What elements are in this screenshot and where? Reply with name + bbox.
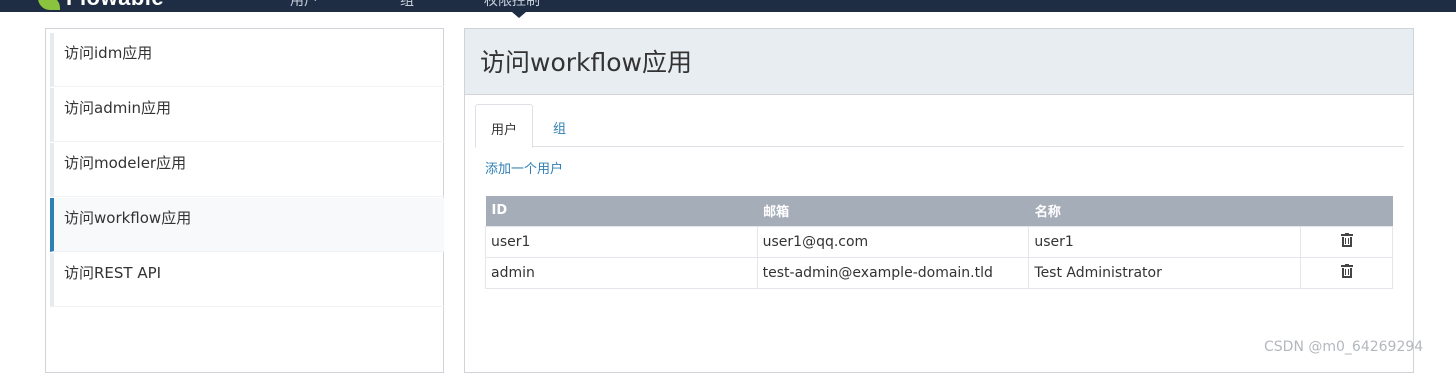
tab-label: 组 [553,122,567,137]
column-header-email: 邮箱 [757,196,1029,226]
tab-users[interactable]: 用户 [475,104,534,148]
cell-email: user1@qq.com [756,225,1030,258]
privilege-sidebar: 访问idm应用 访问admin应用 访问modeler应用 访问workflow… [45,28,444,373]
sidebar-item-label: 访问workflow应用 [64,209,192,227]
cell-actions [1300,256,1393,289]
sidebar-item-idm[interactable]: 访问idm应用 [50,33,444,87]
privilege-panel: 访问workflow应用 用户 组 添加一个用户 ID 邮箱 名称 user1 … [464,28,1414,373]
sidebar-item-admin[interactable]: 访问admin应用 [50,88,444,142]
cell-actions [1300,225,1393,258]
sidebar-item-label: 访问modeler应用 [64,154,187,172]
app-logo[interactable]: Flowable [38,0,164,10]
nav-item-privileges[interactable]: 权限控制 [484,0,540,10]
table-row: user1 user1@qq.com user1 [485,225,1393,258]
cell-id: user1 [485,225,758,258]
tab-label: 用户 [491,123,518,138]
flowable-leaf-icon [38,0,60,10]
page-title: 访问workflow应用 [480,48,692,77]
sidebar-item-modeler[interactable]: 访问modeler应用 [50,143,444,197]
delete-icon[interactable] [1340,263,1353,278]
column-header-id: ID [485,196,758,226]
nav-item-groups[interactable]: 组 [400,0,414,10]
cell-email: test-admin@example-domain.tld [756,256,1030,289]
panel-header: 访问workflow应用 [465,29,1413,95]
logo-text: Flowable [66,0,164,11]
cell-name: user1 [1028,225,1302,258]
column-header-name: 名称 [1028,196,1301,226]
sidebar-item-label: 访问REST API [64,264,162,282]
top-navbar: Flowable 用户 组 权限控制 [0,0,1456,18]
nav-item-users[interactable]: 用户 [290,0,318,10]
table-header-row: ID 邮箱 名称 [485,196,1393,226]
nav-active-caret-icon [512,12,526,18]
delete-icon[interactable] [1340,232,1353,247]
cell-id: admin [485,256,758,289]
tab-bar: 用户 组 [475,104,1404,148]
sidebar-item-label: 访问idm应用 [64,44,153,62]
column-header-actions [1300,196,1393,226]
sidebar-item-rest-api[interactable]: 访问REST API [50,253,444,307]
add-user-link[interactable]: 添加一个用户 [485,158,563,177]
users-table: ID 邮箱 名称 user1 user1@qq.com user1 admin … [485,196,1393,289]
watermark: CSDN @m0_64269294 [1264,339,1424,355]
sidebar-item-workflow[interactable]: 访问workflow应用 [50,198,444,252]
tab-groups[interactable]: 组 [538,104,581,147]
table-row: admin test-admin@example-domain.tld Test… [485,256,1393,289]
cell-name: Test Administrator [1028,256,1302,289]
sidebar-item-label: 访问admin应用 [64,99,171,117]
